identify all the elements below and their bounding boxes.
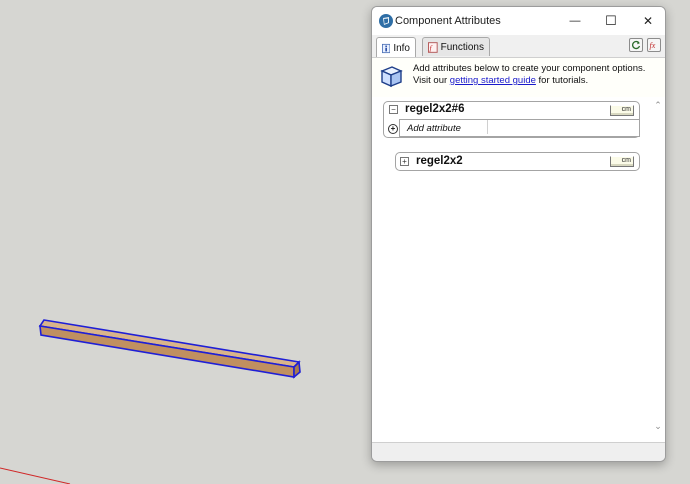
refresh-button[interactable] (629, 38, 643, 52)
svg-text:fx: fx (650, 41, 656, 50)
info-text-after: for tutorials. (535, 75, 589, 86)
minimize-button[interactable]: — (562, 10, 588, 32)
maximize-icon: ☐ (605, 13, 617, 28)
close-icon: ✕ (642, 14, 654, 28)
column-divider (487, 120, 488, 134)
add-attribute-label[interactable]: Add attribute (407, 123, 461, 134)
formula-toggle-button[interactable]: fx (647, 38, 661, 52)
function-icon: f (428, 41, 438, 53)
add-attribute-plus-icon[interactable]: + (388, 124, 398, 134)
tab-info-label: Info (393, 42, 410, 54)
component-box-icon (380, 66, 403, 88)
beam-front-face (39, 325, 295, 378)
getting-started-link[interactable]: getting started guide (450, 75, 536, 86)
window-title: Component Attributes (395, 15, 501, 27)
sketchup-app-icon (379, 14, 393, 28)
tab-functions-label: Functions (440, 41, 484, 53)
red-axis-line (0, 467, 71, 484)
formula-toggle-icon: fx (650, 41, 656, 50)
info-icon (382, 43, 391, 53)
maximize-button[interactable]: ☐ (598, 10, 624, 32)
scroll-down-arrow[interactable]: ⌄ (653, 421, 663, 431)
wooden-beam[interactable] (38, 319, 301, 379)
info-banner: Add attributes below to create your comp… (372, 57, 665, 98)
tab-functions[interactable]: f Functions (422, 37, 490, 56)
beam-top-face (38, 319, 301, 368)
title-bar[interactable]: Component Attributes — ☐ ✕ (372, 7, 665, 35)
info-text: Add attributes below to create your comp… (413, 63, 663, 87)
scroll-up-arrow[interactable]: ⌃ (653, 100, 663, 110)
status-bar (372, 442, 665, 461)
attributes-panel[interactable]: − regel2x2#6 cm + Add attribute + regel2… (372, 97, 665, 442)
close-button[interactable]: ✕ (635, 10, 661, 32)
tab-info[interactable]: Info (376, 37, 416, 58)
refresh-icon (632, 40, 641, 50)
minimize-icon: — (569, 15, 581, 27)
expand-toggle[interactable]: + (400, 157, 409, 166)
component-name: regel2x2#6 (405, 103, 465, 115)
units-button[interactable]: cm (610, 105, 634, 116)
collapse-toggle[interactable]: − (389, 105, 398, 114)
units-button[interactable]: cm (610, 156, 634, 167)
component-name: regel2x2 (416, 155, 463, 167)
component-attributes-dialog: Component Attributes — ☐ ✕ Info f Functi… (371, 6, 666, 462)
